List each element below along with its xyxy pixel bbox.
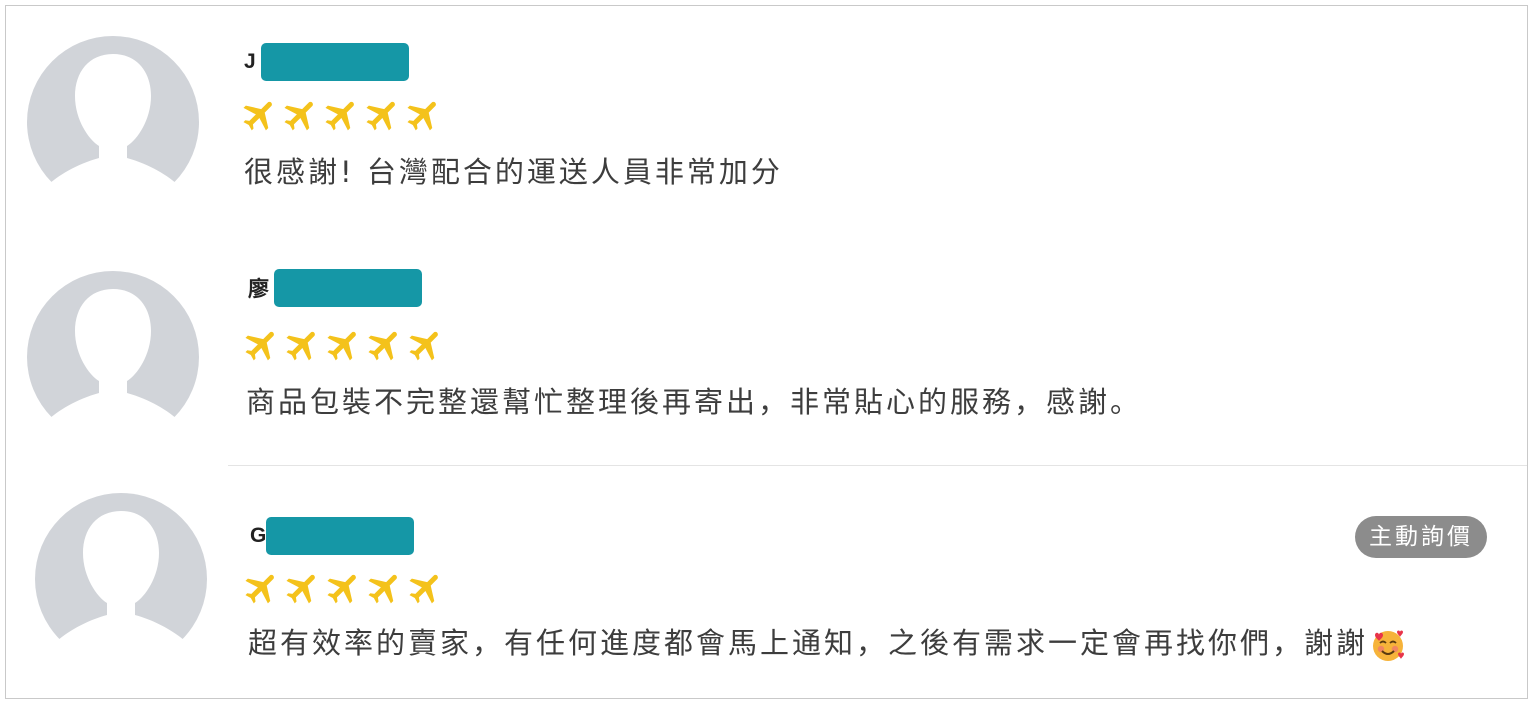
airplane-icon (327, 574, 356, 604)
name-redaction (274, 269, 422, 307)
reviewer-name: J (244, 50, 257, 73)
smiling-face-with-hearts-icon (1373, 630, 1405, 661)
rating-stars (242, 568, 446, 608)
default-user-silhouette-icon (35, 493, 207, 643)
avatar (27, 36, 199, 208)
proactive-inquiry-badge: 主動詢價 (1355, 516, 1487, 558)
airplane-icon (286, 331, 315, 361)
rating-stars (242, 325, 446, 365)
airplane-icon (325, 101, 354, 131)
avatar (27, 271, 199, 443)
avatar (35, 493, 207, 665)
name-redaction (260, 43, 409, 81)
reviewer-name-row: Ga (250, 517, 415, 555)
reviewer-name-row: J (244, 43, 409, 81)
default-user-silhouette-icon (27, 271, 199, 421)
review-comment: 商品包裝不完整還幫忙整理後再寄出，非常貼心的服務，感謝。 (246, 385, 1143, 419)
airplane-icon (366, 101, 395, 131)
airplane-icon (286, 574, 315, 604)
airplane-icon (407, 101, 436, 131)
airplane-icon (409, 331, 438, 361)
airplane-icon (245, 574, 274, 604)
airplane-icon (243, 101, 272, 131)
airplane-icon (245, 331, 274, 361)
reviewer-name: 廖 (248, 278, 270, 301)
airplane-icon (368, 331, 397, 361)
review-comment: 很感謝! 台灣配合的運送人員非常加分 (244, 155, 783, 189)
name-redaction (266, 517, 415, 555)
reviewer-name-row: 廖 (248, 269, 422, 307)
airplane-icon (368, 574, 397, 604)
review-list: J 很感謝! 台灣配合的運送人員非常加分 廖 商品包裝不完整還幫忙整理後再寄出，… (5, 5, 1528, 699)
airplane-icon (327, 331, 356, 361)
default-user-silhouette-icon (27, 36, 199, 186)
review-divider (228, 465, 1527, 466)
airplane-icon (284, 101, 313, 131)
review-comment-row: 超有效率的賣家，有任何進度都會馬上通知，之後有需求一定會再找你們，謝謝 (248, 620, 1406, 663)
airplane-icon (409, 574, 438, 604)
rating-stars (240, 95, 444, 135)
review-comment: 超有效率的賣家，有任何進度都會馬上通知，之後有需求一定會再找你們，謝謝 (248, 626, 1369, 660)
